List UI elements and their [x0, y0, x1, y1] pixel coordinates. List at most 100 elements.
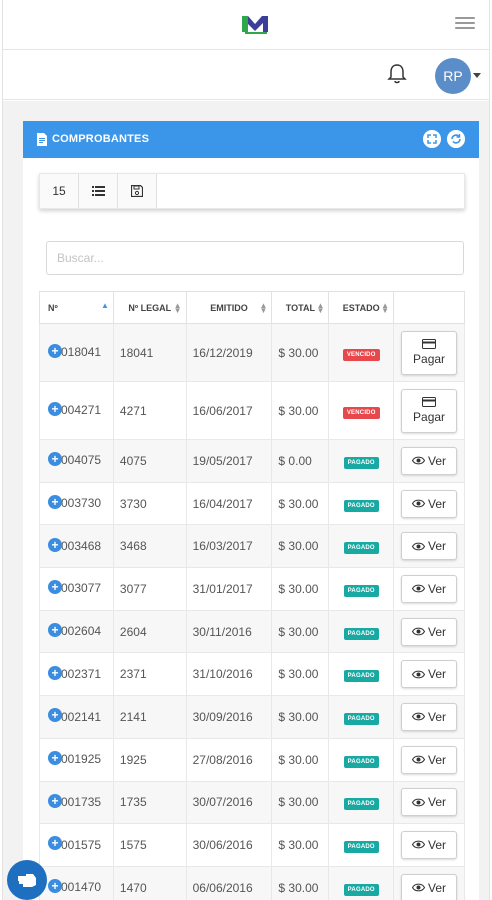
cell-legal: 3077	[112, 567, 187, 611]
eye-icon	[412, 712, 426, 721]
view-button-label: Ver	[428, 453, 447, 468]
cell-status: VENCIDO	[328, 323, 395, 382]
invoice-number: 001735	[61, 794, 102, 809]
table-toolbar: 15	[39, 173, 465, 209]
column-header-actions	[393, 291, 465, 324]
expand-row-icon[interactable]: +	[48, 708, 62, 723]
expand-row-icon[interactable]: +	[48, 452, 62, 467]
view-button[interactable]: Ver	[401, 788, 458, 817]
expand-row-icon[interactable]: +	[48, 793, 62, 808]
cell-num: +004271	[39, 381, 114, 440]
bell-icon[interactable]	[387, 63, 407, 85]
cell-date: 16/06/2017	[185, 381, 273, 440]
refresh-icon[interactable]	[447, 130, 465, 148]
expand-row-icon[interactable]: +	[48, 836, 62, 851]
pay-button[interactable]: Pagar	[401, 388, 458, 433]
cell-num: +001925	[39, 737, 114, 782]
expand-row-icon[interactable]: +	[48, 494, 62, 509]
expand-row-icon[interactable]: +	[48, 537, 62, 552]
view-button-label: Ver	[428, 709, 447, 724]
cell-action: Pagar	[393, 381, 465, 440]
view-button[interactable]: Ver	[401, 532, 458, 561]
document-icon	[37, 133, 47, 146]
expand-row-icon[interactable]: +	[48, 343, 62, 358]
eye-icon	[412, 456, 426, 465]
chevron-down-icon[interactable]	[473, 73, 481, 78]
invoice-number: 002141	[61, 709, 102, 724]
column-header-legal[interactable]: Nº LEGAL ▲ ▼	[112, 291, 187, 324]
cell-legal: 1735	[112, 780, 187, 825]
status-badge: PAGADO	[343, 712, 379, 725]
cell-status: PAGADO	[328, 439, 395, 483]
cell-status: PAGADO	[328, 609, 395, 654]
pay-button[interactable]: Pagar	[401, 330, 458, 375]
view-button[interactable]: Ver	[401, 660, 458, 689]
cell-legal: 1575	[112, 823, 187, 867]
status-badge: PAGADO	[343, 499, 379, 512]
app-page: RP COMPROBANTES 15 Buscar... Nº ▲ Nº LEG…	[2, 0, 490, 900]
cell-num: +001575	[39, 823, 114, 867]
cell-legal: 3730	[112, 481, 187, 526]
eye-icon	[412, 755, 426, 764]
expand-row-icon[interactable]: +	[48, 665, 62, 680]
view-button-label: Ver	[428, 624, 447, 639]
status-badge: PAGADO	[343, 841, 379, 854]
hamburger-icon[interactable]	[455, 17, 475, 31]
user-avatar[interactable]: RP	[435, 58, 471, 94]
invoice-number: 001925	[61, 752, 102, 767]
invoice-number: 001575	[61, 837, 102, 852]
view-button-label: Ver	[428, 752, 447, 767]
eye-icon	[412, 670, 426, 679]
page-size-button[interactable]: 15	[40, 174, 79, 208]
view-button[interactable]: Ver	[401, 745, 458, 774]
column-header-estado[interactable]: ESTADO ▲ ▼	[328, 291, 395, 324]
expand-row-icon[interactable]: +	[48, 580, 62, 595]
invoice-number: 003468	[61, 538, 102, 553]
search-input[interactable]	[46, 241, 464, 275]
expand-row-icon[interactable]: +	[48, 623, 62, 637]
column-header-num[interactable]: Nº ▲	[39, 291, 114, 324]
cell-total: $ 30.00	[271, 695, 330, 739]
cell-total: $ 30.00	[271, 323, 330, 382]
sort-icon: ▲ ▼	[381, 301, 390, 315]
view-button-label: Ver	[428, 880, 447, 895]
card-title: COMPROBANTES	[37, 121, 149, 158]
export-button[interactable]	[118, 174, 157, 208]
cell-date: 30/07/2016	[185, 780, 273, 825]
cell-status: PAGADO	[328, 737, 395, 782]
column-header-emitido[interactable]: EMITIDO ▲ ▼	[185, 291, 273, 324]
cell-action: Ver	[393, 695, 465, 739]
expand-row-icon[interactable]: +	[48, 401, 62, 416]
cell-action: Pagar	[393, 323, 465, 382]
expand-row-icon[interactable]: +	[48, 751, 62, 766]
cell-date: 30/06/2016	[185, 823, 273, 867]
view-button[interactable]: Ver	[401, 702, 458, 731]
cell-action: Ver	[393, 481, 465, 526]
expand-row-icon[interactable]: +	[48, 879, 62, 894]
cell-status: PAGADO	[328, 524, 395, 569]
column-header-total[interactable]: TOTAL ▲ ▼	[271, 291, 330, 324]
cell-status: PAGADO	[328, 823, 395, 867]
user-bar: RP	[3, 50, 489, 100]
help-fab-button[interactable]	[7, 860, 47, 900]
cell-action: Ver	[393, 609, 465, 654]
view-button[interactable]: Ver	[401, 873, 458, 900]
cell-num: +002604	[39, 609, 114, 654]
cell-total: $ 30.00	[271, 481, 330, 526]
view-button[interactable]: Ver	[401, 574, 458, 603]
cell-legal: 2371	[112, 652, 187, 697]
cell-total: $ 30.00	[271, 865, 330, 900]
view-button[interactable]: Ver	[401, 489, 458, 518]
expand-icon[interactable]	[423, 130, 441, 148]
cell-action: Ver	[393, 439, 465, 483]
view-button[interactable]: Ver	[401, 617, 458, 646]
brand-logo[interactable]	[239, 12, 271, 36]
table-row: +003468 3468 16/03/2017 $ 30.00 PAGADO Ver	[39, 524, 465, 569]
status-badge: PAGADO	[343, 542, 379, 555]
view-button[interactable]: Ver	[401, 831, 458, 860]
columns-button[interactable]	[79, 174, 118, 208]
credit-card-icon	[422, 338, 437, 349]
cell-date: 31/10/2016	[185, 652, 273, 697]
view-button[interactable]: Ver	[401, 446, 458, 475]
cell-legal: 1925	[112, 737, 187, 782]
